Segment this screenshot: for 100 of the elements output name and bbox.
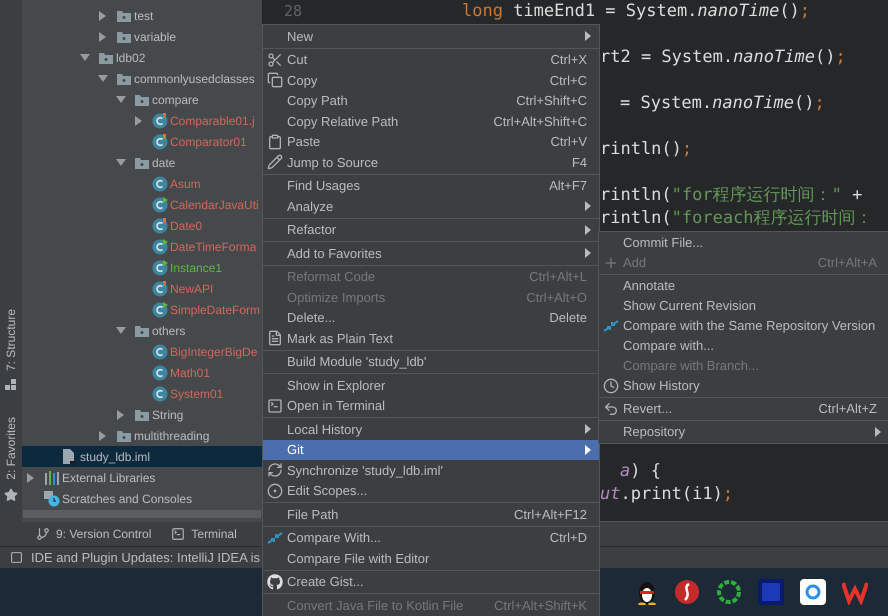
tree-item[interactable]: String <box>22 404 262 425</box>
square-app-icon[interactable] <box>758 579 784 605</box>
expanded-arrow-icon[interactable] <box>80 52 90 62</box>
star-icon <box>4 488 18 502</box>
menu-item[interactable]: Repository <box>599 422 888 442</box>
tree-item-label: Comparator01 <box>170 134 247 150</box>
scissors-icon <box>267 52 283 68</box>
menu-item[interactable]: Revert... Ctrl+Alt+Z <box>599 399 888 419</box>
expanded-arrow-icon[interactable] <box>98 74 108 84</box>
menu-item[interactable]: Commit File... <box>599 233 888 253</box>
menu-item[interactable]: New <box>263 26 599 46</box>
shortcut-text: Ctrl+Alt+A <box>818 254 878 272</box>
menu-item[interactable]: Jump to Source F4 <box>263 152 599 172</box>
menu-item[interactable]: Cut Ctrl+X <box>263 50 599 70</box>
tree-item[interactable]: External Libraries <box>22 467 262 488</box>
menu-item[interactable]: Compare with the Same Repository Version <box>599 316 888 336</box>
class-icon <box>152 196 168 212</box>
tree-item[interactable]: study_ldb.iml <box>22 446 262 467</box>
tree-item[interactable]: Scratches and Consoles <box>22 488 262 509</box>
shortcut-text: F4 <box>572 154 588 172</box>
shortcut-text: Ctrl+V <box>550 133 588 151</box>
shortcut-text: Ctrl+D <box>550 529 588 547</box>
menu-item[interactable]: Paste Ctrl+V <box>263 132 599 152</box>
tool-window-button[interactable]: 9: Version Control <box>36 525 152 543</box>
folder-icon <box>116 8 132 22</box>
collapsed-arrow-icon[interactable] <box>134 116 144 126</box>
line-number: 28 <box>284 1 302 22</box>
tree-item-label: Asum <box>170 176 201 192</box>
tree-item[interactable]: date <box>22 152 262 173</box>
collapsed-arrow-icon[interactable] <box>98 32 108 42</box>
tree-item[interactable]: compare <box>22 89 262 110</box>
class-icon <box>152 112 168 128</box>
tree-item-label: compare <box>152 92 199 108</box>
menu-item[interactable]: Git <box>263 440 599 460</box>
tree-item-label: Instance1 <box>170 260 222 276</box>
menu-item[interactable]: Compare File with Editor <box>263 548 599 568</box>
code-line: = System.nanoTime(); <box>620 92 825 115</box>
menu-item[interactable]: Annotate <box>599 276 888 296</box>
submenu-arrow-icon <box>585 248 591 258</box>
tree-item[interactable]: ldb02 <box>22 47 262 68</box>
collapsed-arrow-icon[interactable] <box>98 430 108 440</box>
menu-item[interactable]: Show Current Revision <box>599 296 888 316</box>
menu-item[interactable]: Open in Terminal <box>263 396 599 416</box>
menu-item[interactable]: Mark as Plain Text <box>263 328 599 348</box>
menu-item[interactable]: Show in Explorer <box>263 375 599 396</box>
cloud-app-icon[interactable] <box>800 579 826 605</box>
tree-item-label: String <box>152 406 184 424</box>
menu-item[interactable]: Copy Relative Path Ctrl+Alt+Shift+C <box>263 111 599 132</box>
expanded-arrow-icon[interactable] <box>116 326 126 336</box>
code-line: rintln(); <box>600 138 692 161</box>
shortcut-text: Ctrl+Alt+Shift+K <box>494 596 588 614</box>
code-line: long timeEnd1 = System.nanoTime(); <box>462 0 810 23</box>
menu-item[interactable]: Copy Ctrl+C <box>263 70 599 90</box>
class-icon <box>152 386 168 402</box>
code-line: rintln("for程序运行时间：" + <box>600 184 862 207</box>
tree-item-label: BigIntegerBigDe <box>170 344 258 360</box>
tree-item[interactable]: test <box>22 5 262 26</box>
menu-item[interactable]: Delete... Delete <box>263 308 599 328</box>
tree-item[interactable]: others <box>22 320 262 341</box>
menu-item[interactable]: Compare with... <box>599 336 888 356</box>
side-tab[interactable]: 7: Structure <box>2 309 20 392</box>
menu-item[interactable]: Create Gist... <box>263 572 599 592</box>
menu-item[interactable]: Add to Favorites <box>263 243 599 264</box>
code-line: rt2 = System.nanoTime(); <box>600 46 846 69</box>
copy-icon <box>267 72 283 88</box>
submenu-arrow-icon <box>585 224 591 235</box>
collapsed-arrow-icon[interactable] <box>26 472 36 482</box>
expanded-arrow-icon[interactable] <box>116 94 126 104</box>
swirl-circle-icon[interactable] <box>674 579 700 605</box>
expanded-arrow-icon[interactable] <box>116 158 126 168</box>
tree-item[interactable]: commonlyusedclasses <box>22 68 262 89</box>
menu-item[interactable]: Show History <box>599 376 888 396</box>
menu-item[interactable]: Copy Path Ctrl+Shift+C <box>263 90 599 111</box>
folder-icon <box>134 156 150 170</box>
collapsed-arrow-icon[interactable] <box>116 410 126 420</box>
tool-window-button[interactable]: Terminal <box>171 525 237 543</box>
class-icon <box>152 218 168 234</box>
folder-icon <box>116 428 132 442</box>
menu-item[interactable]: Refactor <box>263 220 599 240</box>
tree-item[interactable]: variable <box>22 26 262 47</box>
tree-item[interactable]: Instance1 <box>22 257 262 278</box>
menu-item[interactable]: Find Usages Alt+F7 <box>263 176 599 196</box>
square-icon <box>10 551 23 564</box>
structure-icon <box>5 379 17 392</box>
menu-item[interactable]: Build Module 'study_ldb' <box>263 352 599 372</box>
tree-item-label: others <box>152 322 186 340</box>
menu-item[interactable]: Analyze <box>263 196 599 216</box>
collapsed-arrow-icon[interactable] <box>98 10 108 20</box>
github-icon <box>267 574 283 590</box>
menu-item[interactable]: Synchronize 'study_ldb.iml' <box>263 460 599 480</box>
menu-item[interactable]: File Path Ctrl+Alt+F12 <box>263 504 599 524</box>
menu-item[interactable]: Edit Scopes... <box>263 480 599 501</box>
folder-icon <box>134 408 150 422</box>
tree-item[interactable]: multithreading <box>22 425 262 446</box>
side-tab[interactable]: 2: Favorites <box>2 417 20 502</box>
menu-item[interactable]: Compare With... Ctrl+D <box>263 528 599 548</box>
class-icon <box>152 176 168 192</box>
penguin-icon[interactable] <box>636 579 658 605</box>
ring-icon[interactable] <box>716 579 742 605</box>
menu-item[interactable]: Local History <box>263 419 599 440</box>
